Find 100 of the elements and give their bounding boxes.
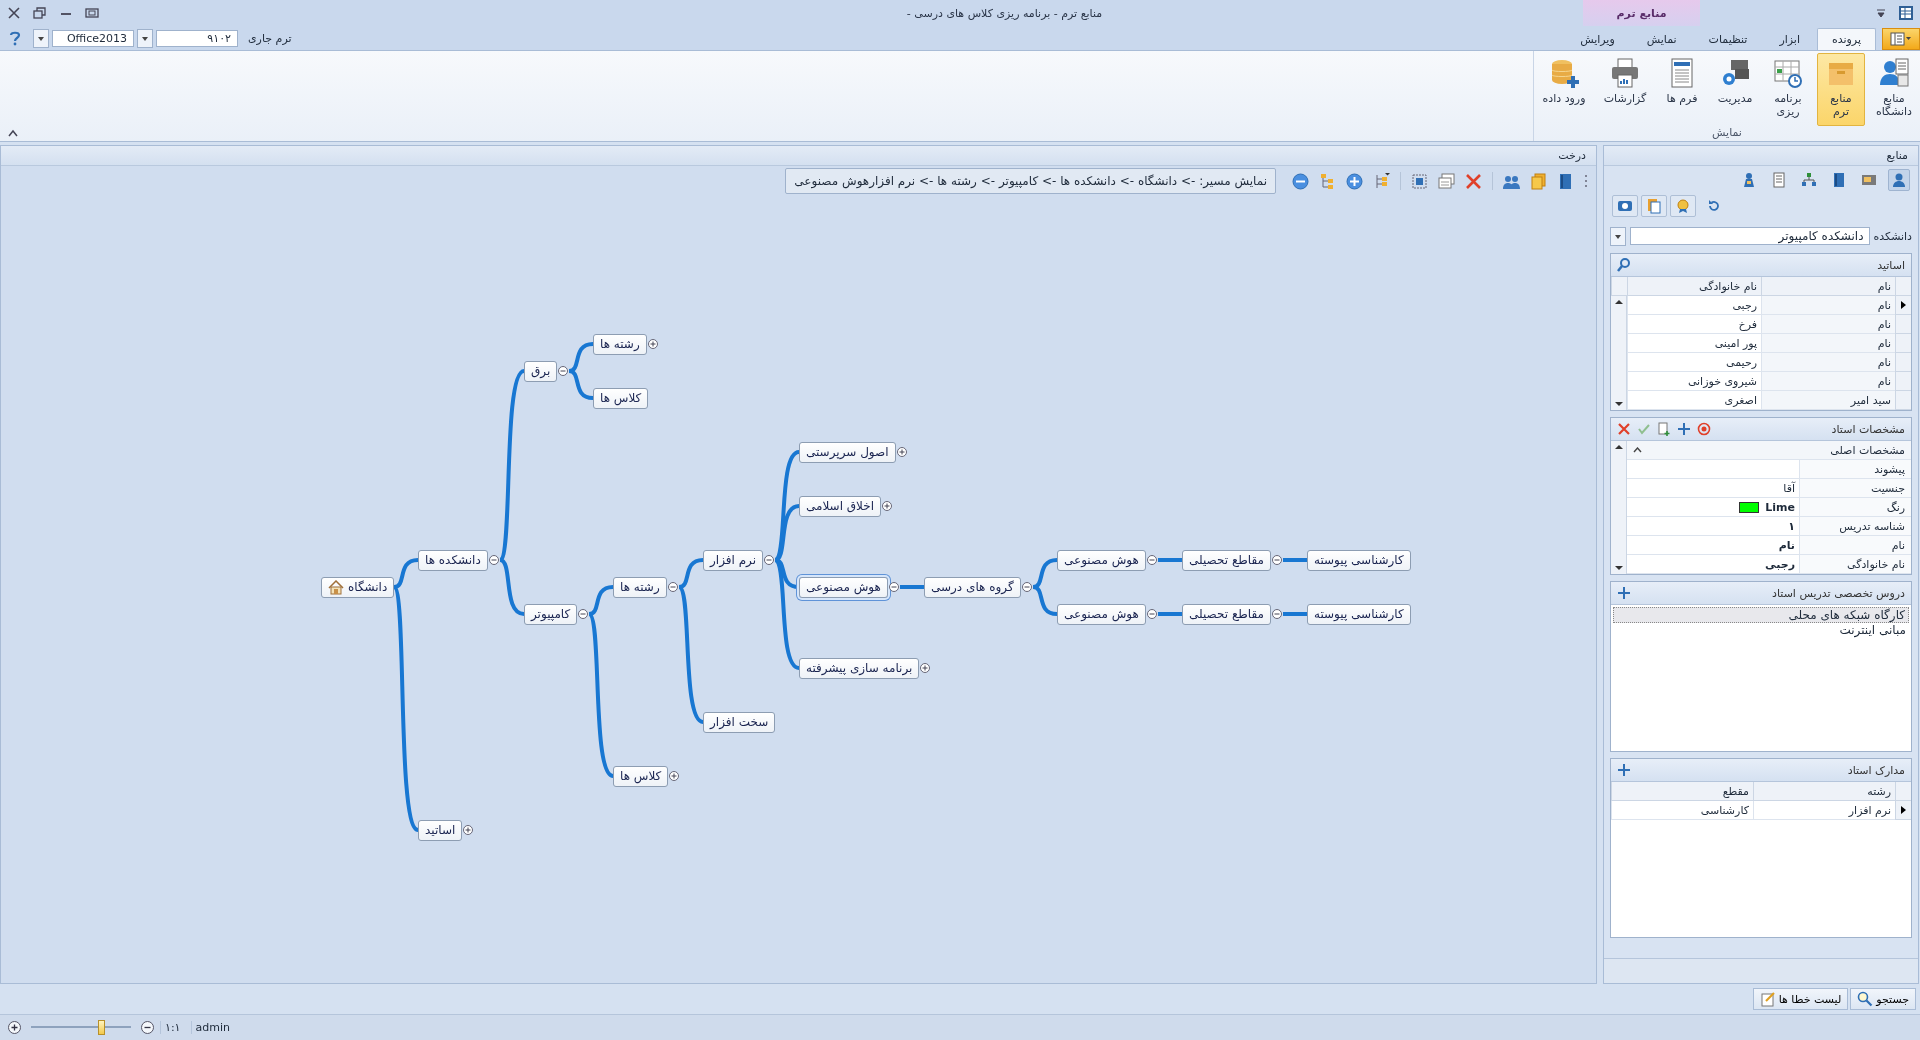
expand-icon[interactable] — [669, 771, 679, 781]
tree-node[interactable]: هوش مصنوعی — [799, 576, 888, 598]
tree-node[interactable]: رشته ها — [613, 576, 667, 598]
expand-icon[interactable] — [463, 825, 473, 835]
property-value[interactable]: ۱ — [1627, 517, 1799, 536]
collapse-icon[interactable] — [1147, 609, 1157, 619]
expand-icon[interactable] — [882, 501, 892, 511]
scrollbar[interactable] — [1611, 296, 1627, 410]
tree-node[interactable]: کلاس ها — [613, 765, 669, 787]
zoom-out-icon[interactable] — [141, 1021, 154, 1034]
restore-icon[interactable] — [32, 5, 48, 21]
grip-icon[interactable] — [1584, 174, 1588, 188]
bottom-button[interactable]: لیست خطا ها — [1752, 988, 1849, 1010]
add-circle-icon[interactable] — [1346, 172, 1363, 190]
application-button[interactable] — [1882, 28, 1920, 50]
tree-node[interactable]: برق — [524, 360, 558, 382]
caret-icon[interactable] — [1633, 447, 1642, 453]
row-header[interactable] — [1895, 801, 1911, 820]
ribbon-button[interactable]: ورود داده — [1536, 53, 1592, 126]
filter-button[interactable] — [1612, 195, 1638, 217]
refresh-icon[interactable] — [1707, 199, 1721, 213]
delete-icon[interactable] — [1465, 172, 1482, 190]
table-icon[interactable] — [1898, 5, 1914, 21]
tool-button[interactable] — [1888, 169, 1910, 191]
collapse-icon[interactable] — [578, 609, 588, 619]
close-icon[interactable] — [6, 5, 22, 21]
collapse-icon[interactable] — [1022, 582, 1032, 592]
ribbon-tab[interactable]: ابزار — [1764, 28, 1815, 50]
filter-button[interactable] — [1670, 195, 1696, 217]
ribbon-button[interactable]: مدیریت — [1711, 53, 1759, 126]
check-icon[interactable] — [1637, 422, 1651, 436]
property-value[interactable]: آقا — [1627, 479, 1799, 498]
expand-icon[interactable] — [897, 447, 907, 457]
column-header[interactable]: مقطع — [1611, 782, 1753, 801]
zoom-in-icon[interactable] — [8, 1021, 21, 1034]
book-icon[interactable] — [1557, 172, 1574, 190]
column-header[interactable]: نام — [1761, 277, 1895, 296]
tree-node[interactable]: گروه های درسی — [924, 576, 1021, 598]
expand-icon[interactable] — [648, 339, 658, 349]
add-icon[interactable] — [1617, 763, 1631, 777]
ribbon-tab[interactable]: نمایش — [1631, 28, 1692, 50]
collapse-icon[interactable] — [1272, 609, 1282, 619]
collapse-icon[interactable] — [889, 582, 899, 592]
tree-node[interactable]: مقاطع تحصیلی — [1182, 603, 1271, 625]
documents-icon[interactable] — [1438, 172, 1455, 190]
select-icon[interactable] — [1411, 172, 1428, 190]
collapse-icon[interactable] — [1272, 555, 1282, 565]
ribbon-button[interactable]: فرم ها — [1658, 53, 1706, 126]
tree-node[interactable]: رشته ها — [593, 333, 647, 355]
ribbon-button[interactable]: گزارشات — [1597, 53, 1653, 126]
add-icon[interactable] — [1677, 422, 1691, 436]
bottom-button[interactable]: جستجو — [1850, 988, 1916, 1010]
tree-node[interactable]: کارشناسی پیوسته — [1307, 549, 1411, 571]
property-value[interactable]: رجبی — [1627, 555, 1799, 574]
remove-circle-icon[interactable] — [1292, 172, 1309, 190]
property-value[interactable]: نام — [1627, 536, 1799, 555]
customize-icon[interactable] — [1876, 8, 1886, 18]
search-icon[interactable] — [1617, 258, 1631, 272]
dropdown-button[interactable] — [137, 28, 153, 48]
theme-field[interactable]: Office2013 — [52, 29, 134, 47]
dropdown-button[interactable] — [1610, 226, 1626, 246]
ribbon-tab[interactable]: تنظیمات — [1693, 28, 1763, 50]
term-field[interactable]: ۹۱۰۲ — [156, 29, 238, 47]
slider-thumb[interactable] — [98, 1020, 105, 1035]
fullscreen-icon[interactable] — [84, 5, 100, 21]
ribbon-tab[interactable]: ویرایش — [1565, 28, 1630, 50]
collapse-icon[interactable] — [489, 555, 499, 565]
scrollbar[interactable] — [1611, 441, 1627, 574]
collapse-icon[interactable] — [668, 582, 678, 592]
list-item[interactable]: کارگاه شبکه های محلی — [1613, 607, 1909, 623]
tree-node[interactable]: اخلاق اسلامی — [799, 495, 881, 517]
collapse-icon[interactable] — [1147, 555, 1157, 565]
tree-node[interactable]: هوش مصنوعی — [1057, 549, 1146, 571]
collapse-ribbon-icon[interactable] — [8, 129, 18, 137]
tree-node[interactable]: کلاس ها — [593, 387, 649, 409]
help-icon[interactable] — [8, 30, 22, 46]
tree-node[interactable]: اصول سرپرستی — [799, 441, 896, 463]
row-header[interactable] — [1895, 296, 1911, 315]
filter-button[interactable] — [1641, 195, 1667, 217]
column-header[interactable]: نام خانوادگی — [1627, 277, 1761, 296]
tree-node[interactable]: اساتید — [418, 819, 463, 841]
column-header[interactable]: رشته — [1753, 782, 1895, 801]
faculty-field[interactable]: دانشکده کامپیوتر — [1630, 227, 1870, 245]
ribbon-button[interactable]: منابع ترم — [1817, 53, 1865, 126]
tree-node[interactable]: مقاطع تحصیلی — [1182, 549, 1271, 571]
new-document-icon[interactable] — [1657, 422, 1671, 436]
property-value[interactable]: Lime — [1627, 498, 1799, 517]
tree-node[interactable]: برنامه سازی پیشرفته — [799, 657, 920, 679]
ribbon-tab[interactable]: پرونده — [1816, 28, 1876, 50]
tree-node[interactable]: کارشناسی پیوسته — [1307, 603, 1411, 625]
ribbon-button[interactable]: منابع دانشگاه — [1870, 53, 1918, 126]
tree-node[interactable]: دانشگاه — [321, 576, 395, 598]
collapse-icon[interactable] — [764, 555, 774, 565]
ribbon-button[interactable]: برنامه ریزی — [1764, 53, 1812, 126]
dropdown-button[interactable] — [33, 28, 49, 48]
record-icon[interactable] — [1697, 422, 1711, 436]
delete-icon[interactable] — [1617, 422, 1631, 436]
tree-node[interactable]: نرم افزار — [703, 549, 764, 571]
tree-node[interactable]: دانشکده ها — [418, 549, 488, 571]
add-icon[interactable] — [1617, 586, 1631, 600]
